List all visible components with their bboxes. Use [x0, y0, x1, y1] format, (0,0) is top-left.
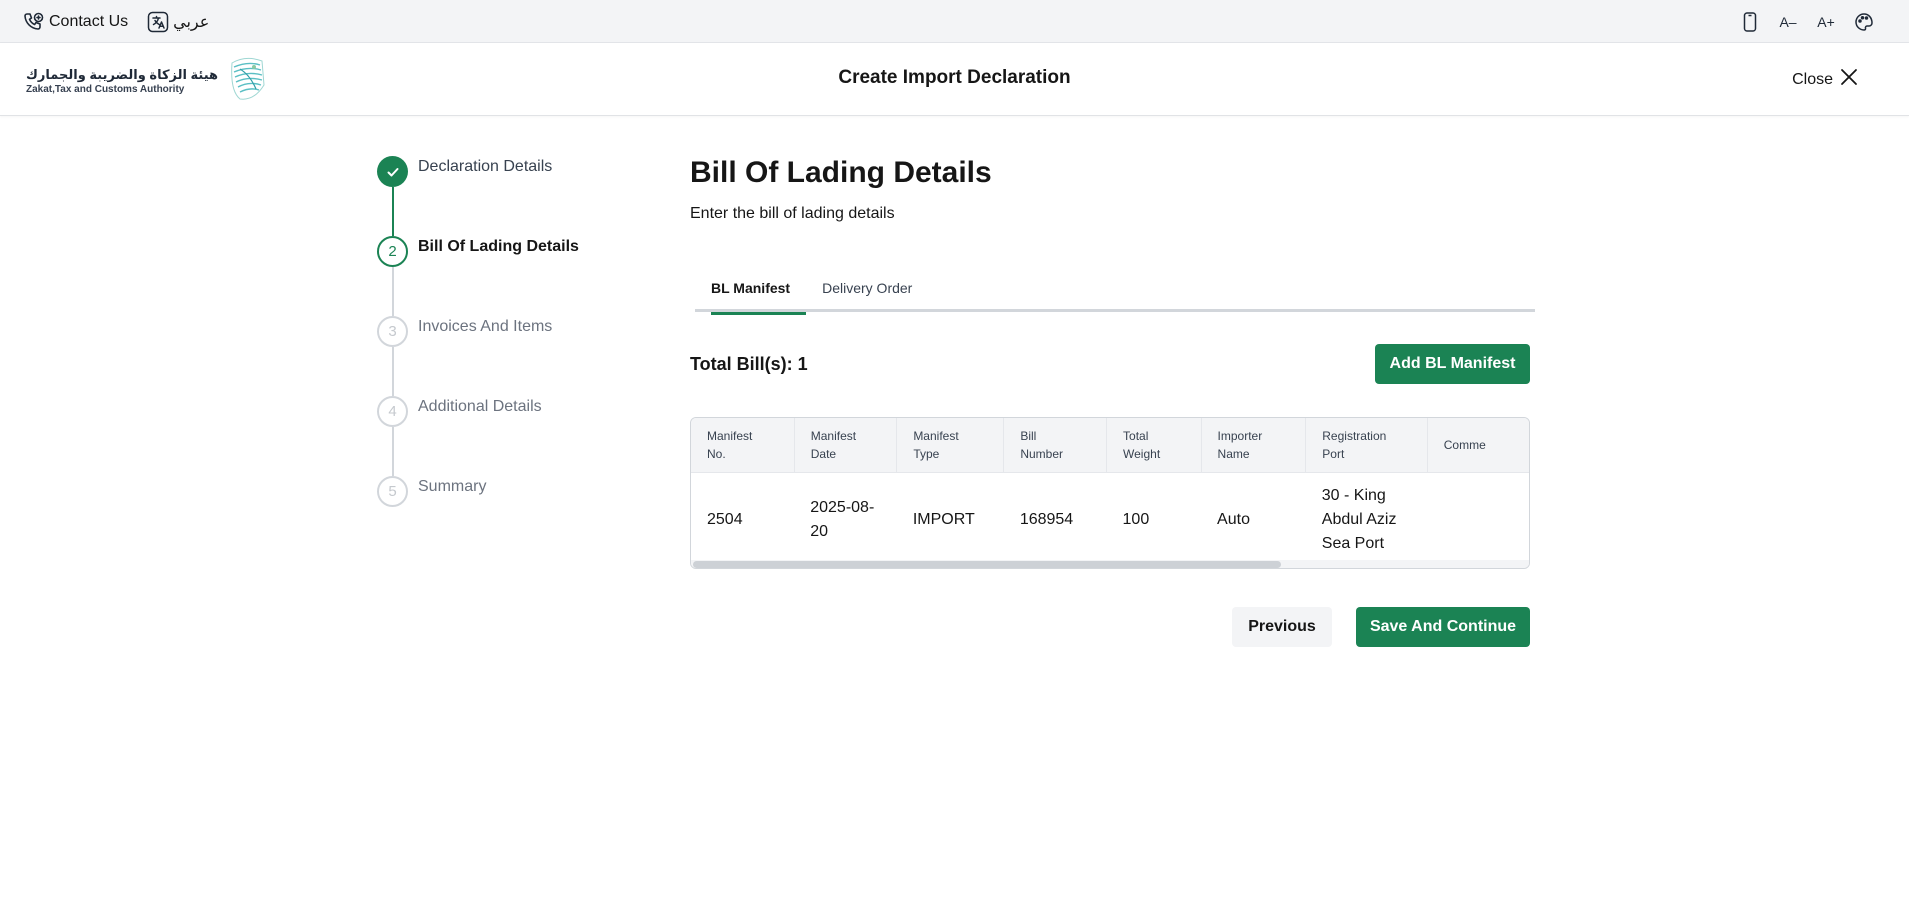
utility-right: A– A+ — [1723, 11, 1875, 33]
step-connector — [392, 187, 394, 236]
tab-bar: BL Manifest Delivery Order — [695, 271, 1535, 315]
horizontal-scrollbar[interactable] — [691, 560, 1529, 568]
step-3-indicator: 3 — [377, 316, 408, 347]
header-line: Date — [810, 446, 837, 461]
column-header-comments[interactable]: Comme — [1427, 418, 1529, 473]
mobile-icon[interactable] — [1739, 11, 1761, 33]
section-title: Bill Of Lading Details — [690, 156, 992, 189]
header-line: Manifest — [810, 428, 857, 443]
header-line: Registration — [1322, 428, 1387, 443]
cell-total-weight: 100 — [1107, 472, 1202, 568]
header-line: Comme — [1443, 437, 1486, 452]
cell-manifest-type: IMPORT — [897, 472, 1004, 568]
tab-delivery-order[interactable]: Delivery Order — [806, 271, 928, 312]
header-line: Importer — [1217, 428, 1263, 443]
column-header-total-weight[interactable]: Total Weight — [1106, 418, 1202, 473]
font-increase-button[interactable]: A+ — [1815, 11, 1837, 33]
header-line: Type — [913, 446, 940, 461]
step-label: Invoices And Items — [418, 318, 553, 335]
checkmark-icon — [387, 167, 398, 176]
step-label: Summary — [418, 478, 487, 495]
header-line: Number — [1020, 446, 1063, 461]
table-header-row: Manifest No. Manifest Date Manifest Type Bi… — [691, 418, 1529, 473]
cell-text: 30 - King — [1321, 487, 1386, 505]
app-header: هيئة الزكاة والضريبة والجمارك Zakat,Tax … — [0, 43, 1909, 116]
cell-bill-number: 168954 — [1004, 472, 1107, 568]
header-line: Weight — [1123, 446, 1161, 461]
manifest-table: Manifest No. Manifest Date Manifest Type Bi… — [691, 418, 1529, 568]
header-line: Name — [1217, 446, 1250, 461]
cell-registration-port: 30 - King Abdul Aziz Sea Port — [1306, 472, 1428, 568]
cell-comments — [1427, 472, 1529, 568]
utility-left: Contact Us عربي — [22, 10, 209, 34]
column-header-manifest-no[interactable]: Manifest No. — [691, 418, 795, 473]
cell-manifest-date: 2025-08- 20 — [794, 472, 897, 568]
step-1-indicator — [377, 156, 408, 187]
main-content: Bill Of Lading Details Enter the bill of… — [690, 154, 1535, 647]
header-line: Manifest — [707, 428, 753, 443]
form-actions: Previous Save And Continue — [690, 607, 1530, 647]
header-line: Manifest — [913, 428, 959, 443]
palette-icon[interactable] — [1853, 11, 1875, 33]
language-switch[interactable]: عربي — [146, 10, 209, 34]
close-label: Close — [1792, 70, 1833, 88]
translate-icon — [146, 10, 170, 34]
cell-text: 2025-08- — [810, 499, 875, 517]
cell-text: Abdul Aziz — [1321, 511, 1397, 529]
utility-bar: Contact Us عربي A– A+ — [0, 0, 1909, 43]
step-5-indicator: 5 — [377, 476, 408, 507]
step-4-indicator: 4 — [377, 396, 408, 427]
cell-manifest-no: 2504 — [691, 472, 794, 568]
total-bills-label: Total Bill(s): 1 — [690, 354, 808, 374]
save-and-continue-button[interactable]: Save And Continue — [1356, 607, 1530, 647]
cell-text: 2504 — [707, 511, 743, 529]
close-icon — [1833, 67, 1859, 92]
section-subtitle: Enter the bill of lading details — [690, 205, 895, 222]
bl-manifest-table[interactable]: Manifest No. Manifest Date Manifest Type Bi… — [690, 417, 1530, 569]
cell-text: Auto — [1217, 511, 1250, 529]
step-connector — [392, 427, 394, 476]
column-header-manifest-date[interactable]: Manifest Date — [794, 418, 898, 473]
phone-support-icon — [22, 10, 46, 34]
cell-importer-name: Auto — [1201, 472, 1306, 568]
language-label: عربي — [173, 14, 210, 31]
column-header-registration-port[interactable]: Registration Port — [1305, 418, 1428, 473]
table-row[interactable]: 2504 2025-08- 20 IMPORT 168954 100 Auto 3… — [691, 472, 1529, 568]
tab-bl-manifest[interactable]: BL Manifest — [695, 271, 807, 315]
previous-button[interactable]: Previous — [1232, 607, 1332, 647]
column-header-manifest-type[interactable]: Manifest Type — [896, 418, 1005, 473]
contact-us-link[interactable]: Contact Us — [22, 10, 128, 34]
close-button[interactable]: Close — [1792, 67, 1859, 92]
step-label: Declaration Details — [418, 158, 553, 175]
cell-text: 100 — [1122, 511, 1150, 529]
cell-text: Sea Port — [1321, 535, 1385, 553]
step-label: Bill Of Lading Details — [418, 238, 579, 255]
column-header-bill-number[interactable]: Bill Number — [1003, 418, 1108, 473]
cell-text: 168954 — [1019, 511, 1074, 529]
column-header-importer-name[interactable]: Importer Name — [1201, 418, 1307, 473]
scrollbar-thumb[interactable] — [693, 561, 1281, 568]
header-line: Total — [1123, 428, 1149, 443]
header-line: No. — [707, 446, 726, 461]
step-connector — [392, 347, 394, 396]
header-line: Bill — [1020, 428, 1037, 443]
step-label: Additional Details — [418, 398, 542, 415]
step-connector — [392, 267, 394, 316]
font-decrease-button[interactable]: A– — [1777, 11, 1799, 33]
cell-text: 20 — [810, 523, 829, 541]
contact-us-label: Contact Us — [49, 13, 129, 30]
header-line: Port — [1322, 446, 1345, 461]
total-row: Total Bill(s): 1 Add BL Manifest — [690, 344, 1530, 384]
add-bl-manifest-button[interactable]: Add BL Manifest — [1375, 344, 1530, 384]
page-title: Create Import Declaration — [838, 67, 1071, 88]
cell-text: IMPORT — [912, 511, 975, 529]
step-2-indicator: 2 — [377, 236, 408, 267]
